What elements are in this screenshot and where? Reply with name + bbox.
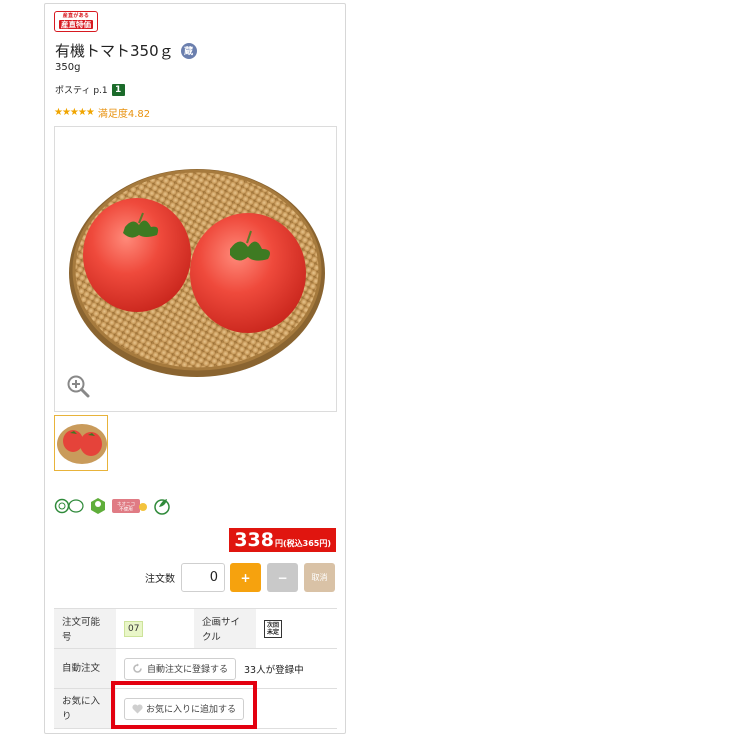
quantity-label: 注文数: [145, 574, 175, 585]
product-title: 有機トマト350ｇ: [55, 42, 174, 60]
quantity-row: 注文数 0 + − 取消: [145, 563, 335, 592]
rating-stars-icon: ★★★★★: [54, 107, 95, 118]
cycle-cell: 次回 未定: [256, 609, 290, 648]
cycle-undecided-icon: 次回 未定: [264, 619, 282, 638]
auto-order-label: 自動注文: [54, 649, 116, 688]
eco-leaf-icon: [154, 499, 170, 515]
price-badge: 338 円(税込365円): [229, 528, 336, 552]
favorite-label: お気に入り: [54, 689, 116, 728]
title-row: 有機トマト350ｇ 蔵: [55, 40, 197, 61]
neonico-free-icon: ネオニコ 不使用: [112, 499, 147, 513]
product-photo[interactable]: [54, 126, 337, 412]
orderable-label: 注文可能号: [54, 609, 116, 648]
catalog-page-badge[interactable]: 1: [111, 83, 125, 96]
refresh-icon: [133, 663, 142, 673]
price-amount: 338: [234, 529, 274, 551]
rating-row: ★★★★★ 満足度4.82: [54, 105, 150, 120]
favorite-highlight-box: [111, 681, 257, 729]
auto-order-button-label: 自動注文に登録する: [147, 665, 229, 675]
badge-top-text: 産直がある: [62, 12, 90, 19]
orderable-value: 07: [124, 620, 144, 637]
zoom-in-icon[interactable]: [66, 374, 92, 400]
table-row: 注文可能号 07 企画サイクル 次回 未定: [54, 609, 337, 649]
catalog-row: ポスティ p.1 1: [55, 83, 125, 96]
jas-organic-icon: [54, 498, 84, 514]
sanchoku-badge: 産直がある 産直特価: [54, 11, 98, 32]
price-tax-text: 円(税込365円): [274, 539, 331, 548]
cancel-button[interactable]: 取消: [304, 563, 335, 592]
product-size: 350g: [55, 62, 81, 73]
thumbnail-image: [57, 424, 107, 464]
product-card: 産直がある 産直特価 有機トマト350ｇ 蔵 350g ポスティ p.1 1 ★…: [44, 3, 346, 734]
svg-text:不使用: 不使用: [119, 506, 133, 513]
auto-order-button[interactable]: 自動注文に登録する: [124, 657, 237, 680]
auto-order-count: 33人が登録中: [244, 664, 304, 676]
cycle-icon-top: 次回: [266, 621, 279, 629]
green-label-icon: [91, 498, 105, 514]
orderable-cell: 07: [116, 609, 194, 648]
cycle-icon-bottom: 未定: [266, 628, 279, 636]
badge-bottom-text: 産直特価: [59, 19, 93, 30]
rating-text[interactable]: 満足度4.82: [98, 105, 150, 120]
decrease-button[interactable]: −: [267, 563, 298, 592]
certification-icons: ネオニコ 不使用: [54, 497, 171, 515]
increase-button[interactable]: +: [230, 563, 261, 592]
quantity-input[interactable]: 0: [181, 563, 225, 592]
grade-icon: 蔵: [180, 42, 197, 59]
thumbnail-1[interactable]: [54, 415, 108, 471]
tomato-basket-image: [69, 169, 325, 377]
catalog-label: ポスティ p.1: [55, 86, 108, 96]
cycle-label: 企画サイクル: [194, 609, 256, 648]
